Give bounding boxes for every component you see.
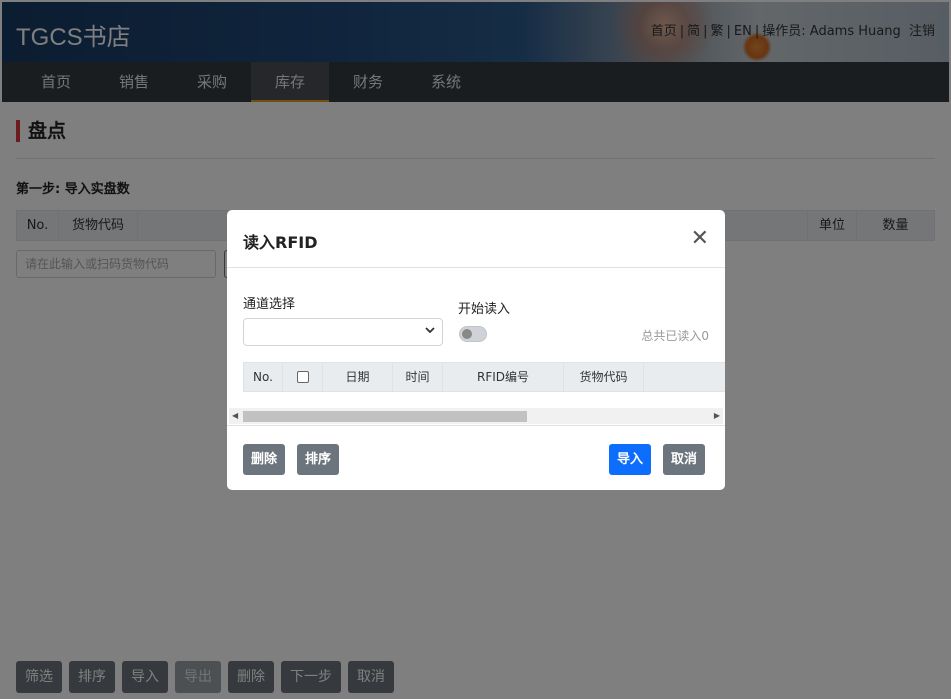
channel-select[interactable] xyxy=(243,318,443,346)
select-all-checkbox[interactable] xyxy=(296,370,309,383)
dialog-title: 读入RFID xyxy=(243,233,318,252)
dialog-sort-button[interactable]: 排序 xyxy=(297,444,340,475)
close-icon[interactable]: ✕ xyxy=(691,228,709,250)
dialog-import-button[interactable]: 导入 xyxy=(609,444,652,475)
col-header-time: 时间 xyxy=(393,363,443,391)
dialog-footer: 删除 排序 导入 取消 xyxy=(227,425,725,490)
horizontal-scrollbar[interactable]: ◀ ▶ xyxy=(229,408,723,424)
scroll-left-icon[interactable]: ◀ xyxy=(232,411,238,420)
chevron-down-icon xyxy=(425,327,435,334)
dialog-header: 读入RFID ✕ xyxy=(227,210,725,268)
col-header-rfid: RFID编号 xyxy=(443,363,564,391)
col-header-date: 日期 xyxy=(323,363,393,391)
col-header-code: 货物代码 xyxy=(564,363,644,391)
rfid-read-dialog: 读入RFID ✕ 通道选择 开始读入 总共已读入0 No. 日期 时间 RFID… xyxy=(227,210,725,490)
col-header-no: No. xyxy=(243,363,283,391)
toggle-knob xyxy=(462,329,472,339)
rfid-table-header: No. 日期 时间 RFID编号 货物代码 xyxy=(243,362,725,392)
start-reading-label: 开始读入 xyxy=(458,302,511,317)
start-reading-toggle[interactable] xyxy=(459,326,487,342)
dialog-delete-button[interactable]: 删除 xyxy=(243,444,286,475)
scrollbar-thumb[interactable] xyxy=(243,411,527,422)
channel-label: 通道选择 xyxy=(243,297,296,312)
scroll-right-icon[interactable]: ▶ xyxy=(714,411,720,420)
total-read-count: 总共已读入0 xyxy=(641,329,709,343)
dialog-cancel-button[interactable]: 取消 xyxy=(663,444,706,475)
select-all-cell xyxy=(283,363,323,391)
